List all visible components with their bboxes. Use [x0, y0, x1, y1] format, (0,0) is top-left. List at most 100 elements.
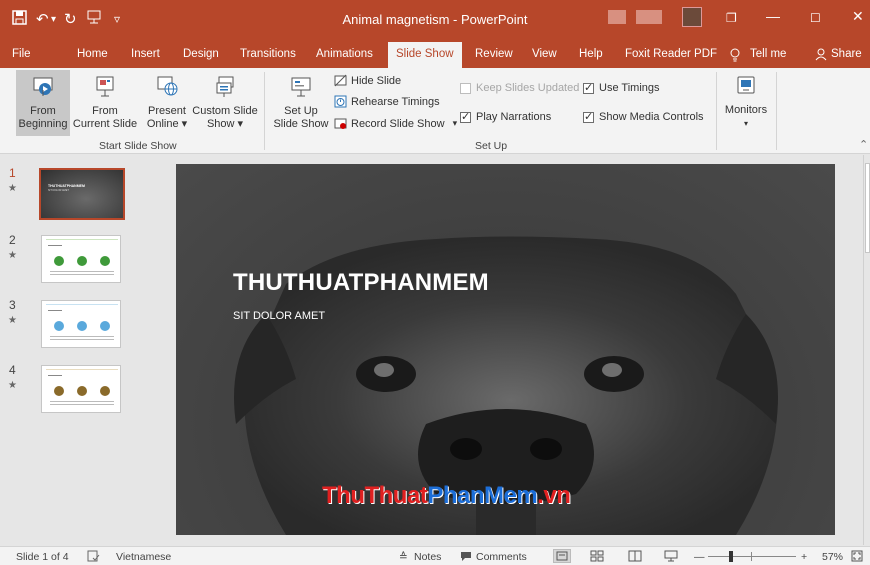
zoom-level[interactable]: 57% [822, 551, 843, 563]
notes-icon[interactable]: ≙ [399, 551, 408, 563]
fit-to-window-icon[interactable] [851, 550, 863, 565]
tab-help[interactable]: Help [579, 48, 603, 60]
set-up-slide-show-button[interactable]: Set Up Slide Show [272, 70, 330, 136]
from-beginning-button[interactable]: From Beginning [16, 70, 70, 136]
keep-slides-updated-label: Keep Slides Updated [476, 82, 580, 94]
slide-thumbnail-2[interactable] [41, 235, 121, 283]
zoom-out-button[interactable]: — [694, 551, 705, 563]
thumb-3-icon-1 [54, 321, 64, 331]
minimize-button[interactable]: — [766, 8, 780, 24]
share-button[interactable]: Share [831, 48, 862, 60]
show-media-controls-label: Show Media Controls [599, 111, 704, 123]
monitors-button[interactable]: Monitors ▾ [720, 70, 772, 136]
record-dropdown-icon[interactable]: ▾ [453, 118, 458, 129]
tab-foxit-reader-pdf[interactable]: Foxit Reader PDF [625, 48, 717, 60]
dog-photo [234, 236, 778, 535]
from-beginning-icon [33, 77, 53, 96]
current-slide[interactable]: THUTHUATPHANMEM SIT DOLOR AMET ThuThuatP… [176, 164, 835, 535]
slide-sorter-icon[interactable] [590, 550, 604, 565]
tab-transitions[interactable]: Transitions [240, 48, 296, 60]
normal-view-icon[interactable] [553, 549, 571, 563]
tab-design[interactable]: Design [183, 48, 219, 60]
tab-slide-show[interactable]: Slide Show [388, 42, 462, 68]
present-online-label-2: Online ▾ [146, 118, 188, 130]
thumb-text-line [50, 336, 114, 337]
tab-file[interactable]: File [12, 48, 31, 60]
keep-slides-updated-checkbox[interactable]: Keep Slides Updated [460, 82, 579, 94]
thumb-title-line [48, 375, 62, 376]
thumb-text-line [50, 339, 114, 340]
from-beginning-label-2: Beginning [18, 118, 68, 130]
notes-button[interactable]: Notes [414, 551, 441, 563]
share-icon[interactable] [815, 48, 827, 64]
thumb-2-icon-3 [100, 256, 110, 266]
tab-insert[interactable]: Insert [131, 48, 160, 60]
slide-thumbnail-3[interactable] [41, 300, 121, 348]
thumb-header-line [46, 239, 118, 240]
thumb-4-icon-1 [54, 386, 64, 396]
thumb-title-line [48, 310, 62, 311]
vertical-scrollbar[interactable] [863, 155, 870, 545]
custom-slide-show-icon [216, 76, 234, 97]
use-timings-label: Use Timings [599, 82, 660, 94]
tab-view[interactable]: View [532, 48, 557, 60]
thumb-4-icon-2 [77, 386, 87, 396]
thumb-header-line [46, 369, 118, 370]
scrollbar-thumb[interactable] [865, 163, 870, 253]
slide-count[interactable]: Slide 1 of 4 [16, 551, 69, 563]
language-indicator[interactable]: Vietnamese [116, 551, 171, 563]
show-media-controls-checkbox[interactable]: Show Media Controls [583, 110, 704, 123]
collapse-ribbon-icon[interactable]: ⌃ [859, 138, 868, 151]
group-separator [776, 72, 777, 150]
slide-title[interactable]: THUTHUATPHANMEM [233, 269, 489, 297]
record-slide-show-button[interactable]: Record Slide Show ▾ [334, 117, 457, 130]
title-bar: ↶ ▾ ↻ ▿ Animal magnetism - PowerPoint ❐ … [0, 0, 870, 42]
animation-star-icon: ★ [8, 315, 17, 326]
zoom-slider-track[interactable] [708, 556, 796, 557]
close-button[interactable]: ✕ [852, 8, 864, 25]
zoom-slider-center-mark [751, 552, 752, 561]
rehearse-timings-button[interactable]: Rehearse Timings [334, 95, 440, 108]
slide-number-2: 2 [9, 233, 16, 247]
thumb-2-icon-1 [54, 256, 64, 266]
play-narrations-checkbox[interactable]: Play Narrations [460, 110, 551, 123]
thumb-1-title: THUTHUATPHANMEM [48, 184, 85, 188]
tab-animations[interactable]: Animations [316, 48, 373, 60]
thumb-3-icon-3 [100, 321, 110, 331]
comments-button[interactable]: Comments [476, 551, 527, 563]
maximize-button[interactable]: ☐ [810, 11, 821, 25]
zoom-slider-thumb[interactable] [728, 551, 733, 562]
tell-me-search[interactable]: Tell me [750, 48, 786, 60]
watermark-part-1: ThuThuat [322, 482, 428, 509]
tab-review[interactable]: Review [475, 48, 513, 60]
powerpoint-window: ↶ ▾ ↻ ▿ Animal magnetism - PowerPoint ❐ … [0, 0, 870, 565]
lightbulb-icon [729, 48, 741, 65]
set-up-label-2: Slide Show [273, 118, 329, 130]
thumb-4-icon-3 [100, 386, 110, 396]
spell-check-icon[interactable] [87, 550, 100, 565]
reading-view-icon[interactable] [628, 550, 642, 565]
slide-show-view-icon[interactable] [664, 550, 678, 565]
use-timings-box [583, 81, 594, 94]
use-timings-checkbox[interactable]: Use Timings [583, 81, 660, 94]
monitors-label: Monitors [724, 104, 768, 116]
watermark-logo: ThuThuatPhanMem.vn [322, 482, 571, 510]
hide-slide-label: Hide Slide [351, 74, 402, 87]
tab-home[interactable]: Home [77, 48, 108, 60]
slide-thumbnail-4[interactable] [41, 365, 121, 413]
present-online-button[interactable]: Present Online ▾ [143, 70, 191, 136]
custom-show-label-2: Show ▾ [206, 118, 244, 130]
play-narrations-box [460, 110, 471, 123]
slide-editor: THUTHUATPHANMEM SIT DOLOR AMET ThuThuatP… [146, 155, 862, 545]
custom-slide-show-button[interactable]: Custom Slide Show ▾ [191, 70, 259, 136]
zoom-in-button[interactable]: + [801, 551, 807, 563]
record-slide-show-label: Record Slide Show [351, 117, 445, 130]
slide-subtitle[interactable]: SIT DOLOR AMET [233, 310, 325, 322]
group-separator [264, 72, 265, 150]
slide-thumbnail-1[interactable]: THUTHUATPHANMEM SIT DOLOR AMET [39, 168, 125, 220]
hide-slide-button[interactable]: Hide Slide [334, 74, 401, 87]
ribbon-display-options-icon[interactable]: ❐ [726, 11, 737, 25]
avatar[interactable] [682, 7, 702, 27]
from-current-slide-button[interactable]: From Current Slide [72, 70, 138, 136]
comments-icon[interactable] [460, 551, 472, 565]
